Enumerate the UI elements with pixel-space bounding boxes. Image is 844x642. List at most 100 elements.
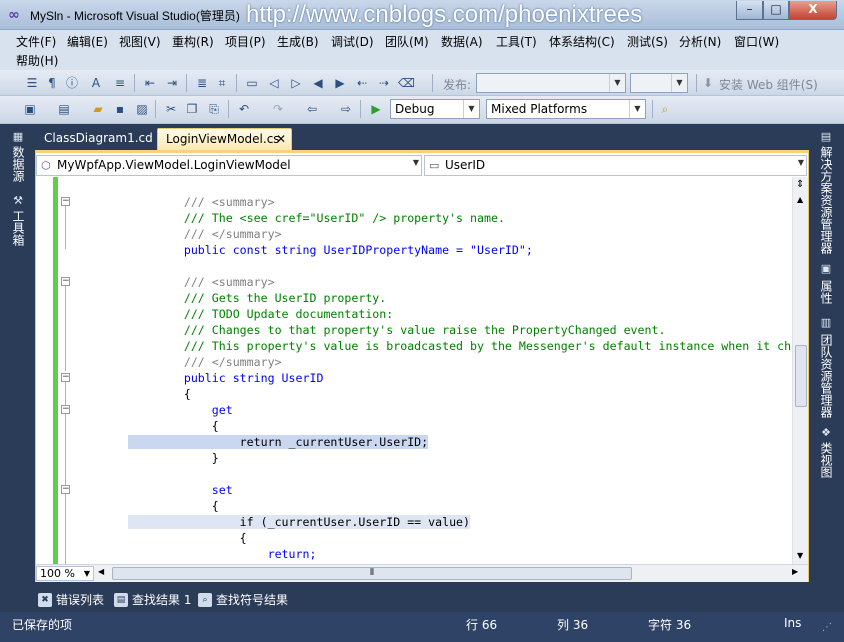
right-tool-strip: ▤ 解决方案资源管理器 ▣ 属性 ▥ 团队资源管理器 ❖ 类视图 [816,128,836,588]
code-area[interactable]: − − − − − /// <summary> /// The <see cre… [36,177,792,564]
scroll-up-icon[interactable]: ▲ [797,195,803,204]
collapse-toggle[interactable]: − [61,405,70,414]
menu-build[interactable]: 生成(B) [277,33,319,50]
new-project-icon[interactable]: ▣ [22,101,38,117]
outline-icon[interactable]: ≡ [112,75,128,91]
copy-icon[interactable]: ❐ [184,101,200,117]
error-list-label: 错误列表 [56,593,105,607]
class-view-tab[interactable]: 类视图 [818,442,834,478]
data-sources-tab[interactable]: 数据源 [10,146,26,182]
save-all-icon[interactable]: ▨ [134,101,150,117]
scroll-right-icon[interactable]: ▶ [792,567,798,576]
find-results-tab[interactable]: ▤ 查找结果 1 [114,590,191,610]
bookmark-icon[interactable]: ▭ [244,75,260,91]
navigate-forward-icon[interactable]: ⇨ [338,101,354,117]
team-explorer-tab[interactable]: 团队资源管理器 [818,334,834,418]
comment-icon[interactable]: ≣ [194,75,210,91]
menu-analyze[interactable]: 分析(N) [679,33,721,50]
menu-file[interactable]: 文件(F) [16,33,56,50]
menu-edit[interactable]: 编辑(E) [67,33,108,50]
zoom-dropdown[interactable]: 100 % ▼ [36,566,94,581]
solution-explorer-tab[interactable]: 解决方案资源管理器 [818,146,834,254]
quick-info-icon[interactable]: ⓘ [64,75,80,91]
menu-view[interactable]: 视图(V) [119,33,161,50]
save-icon[interactable]: ▪ [112,101,128,117]
publish-target-dropdown[interactable]: ▼ [630,73,688,93]
paste-icon[interactable]: ⎘ [206,101,222,117]
collapse-toggle[interactable]: − [61,485,70,494]
start-debugging-icon[interactable]: ▶ [368,101,384,117]
collapse-toggle[interactable]: − [61,373,70,382]
code-line-1: /// <summary> [128,194,275,210]
type-navigation-dropdown[interactable]: ⬡ MyWpfApp.ViewModel.LoginViewModel ▼ [36,155,422,176]
find-symbol-label: 查找符号结果 [216,593,289,607]
tab-classdiagram[interactable]: ClassDiagram1.cd [36,128,161,150]
publish-profile-dropdown[interactable]: ▼ [476,73,626,93]
add-item-icon[interactable]: ▤ [56,101,72,117]
prev-bookmark-icon[interactable]: ◁ [266,75,282,91]
prev-bookmark-folder-icon[interactable]: ◀ [310,75,326,91]
maximize-button[interactable]: □ [763,1,789,20]
menu-debug[interactable]: 调试(D) [331,33,374,50]
properties-tab[interactable]: 属性 [818,280,834,304]
menu-data[interactable]: 数据(A) [441,33,483,50]
code-editor: ⬡ MyWpfApp.ViewModel.LoginViewModel ▼ ▭ … [35,150,809,582]
menu-team[interactable]: 团队(M) [385,33,429,50]
complete-word-icon[interactable]: A [88,75,104,91]
separator [236,74,237,92]
minimize-button[interactable]: – [736,1,763,20]
find-symbol-results-tab[interactable]: ⌕ 查找符号结果 [198,590,288,610]
collapse-toggle[interactable]: − [61,197,70,206]
next-doc-bookmark-icon[interactable]: ⇢ [376,75,392,91]
close-tab-icon[interactable]: ✕ [276,132,286,146]
menu-window[interactable]: 窗口(W) [734,33,779,50]
vertical-scroll-thumb[interactable] [795,345,807,407]
next-bookmark-folder-icon[interactable]: ▶ [332,75,348,91]
next-bookmark-icon[interactable]: ▷ [288,75,304,91]
split-icon[interactable]: ⇕ [796,179,804,190]
scroll-left-icon[interactable]: ◀ [98,567,104,576]
decrease-indent-icon[interactable]: ⇤ [142,75,158,91]
toolbox-tab[interactable]: 工具箱 [10,210,26,246]
open-folder-icon[interactable]: ▰ [90,101,106,117]
outline-guide [65,411,66,457]
menu-architecture[interactable]: 体系结构(C) [549,33,615,50]
code-line-15: { [128,419,219,433]
find-in-files-icon[interactable]: ⌕ [657,101,673,117]
increase-indent-icon[interactable]: ⇥ [164,75,180,91]
cut-icon[interactable]: ✂ [163,101,179,117]
vertical-scrollbar[interactable]: ⇕ ▲ ▼ [792,177,808,564]
navigate-backward-icon[interactable]: ⇦ [304,101,320,117]
tab-loginviewmodel[interactable]: LoginViewModel.cs ✕ [157,128,292,150]
uncomment-icon[interactable]: ⌗ [214,75,230,91]
find-results-label: 查找结果 1 [132,593,192,607]
solution-configuration-dropdown[interactable]: Debug ▼ [390,99,480,119]
member-navigation-dropdown[interactable]: ▭ UserID ▼ [424,155,807,176]
scroll-down-icon[interactable]: ▼ [797,551,803,560]
code-line-13: { [128,387,191,401]
install-web-components[interactable]: 安装 Web 组件(S) [719,76,818,93]
member-list-icon[interactable]: ☰ [24,75,40,91]
menu-test[interactable]: 测试(S) [627,33,668,50]
text-editor-toolbar: ☰ ¶ ⓘ A ≡ ⇤ ⇥ ≣ ⌗ ▭ ◁ ▷ ◀ ▶ ⇠ ⇢ ⌫ 发布: ▼ … [0,70,844,96]
menu-project[interactable]: 项目(P) [225,33,266,50]
undo-icon[interactable]: ↶ [236,101,252,117]
horizontal-scroll-area: 100 % ▼ ◀ ⦀ ▶ [36,564,808,582]
status-line: 行 66 [466,618,498,632]
solution-platform-dropdown[interactable]: Mixed Platforms ▼ [486,99,646,119]
error-list-tab[interactable]: ✖ 错误列表 [38,590,104,610]
prev-doc-bookmark-icon[interactable]: ⇠ [354,75,370,91]
menu-refactor[interactable]: 重构(R) [172,33,214,50]
close-button[interactable]: X [789,1,837,20]
class-icon: ⬡ [41,159,51,172]
configuration-value: Debug [395,102,435,116]
menu-tools[interactable]: 工具(T) [496,33,537,50]
parameter-info-icon[interactable]: ¶ [44,75,60,91]
status-bar: 已保存的项 行 66 列 36 字符 36 Ins ⋰ [0,612,844,642]
clear-bookmarks-icon[interactable]: ⌫ [398,75,415,91]
horizontal-scroll-thumb[interactable]: ⦀ [112,567,632,580]
collapse-toggle[interactable]: − [61,277,70,286]
resize-grip-icon[interactable]: ⋰ [822,622,832,633]
menu-help[interactable]: 帮助(H) [16,52,58,69]
redo-icon[interactable]: ↷ [270,101,286,117]
